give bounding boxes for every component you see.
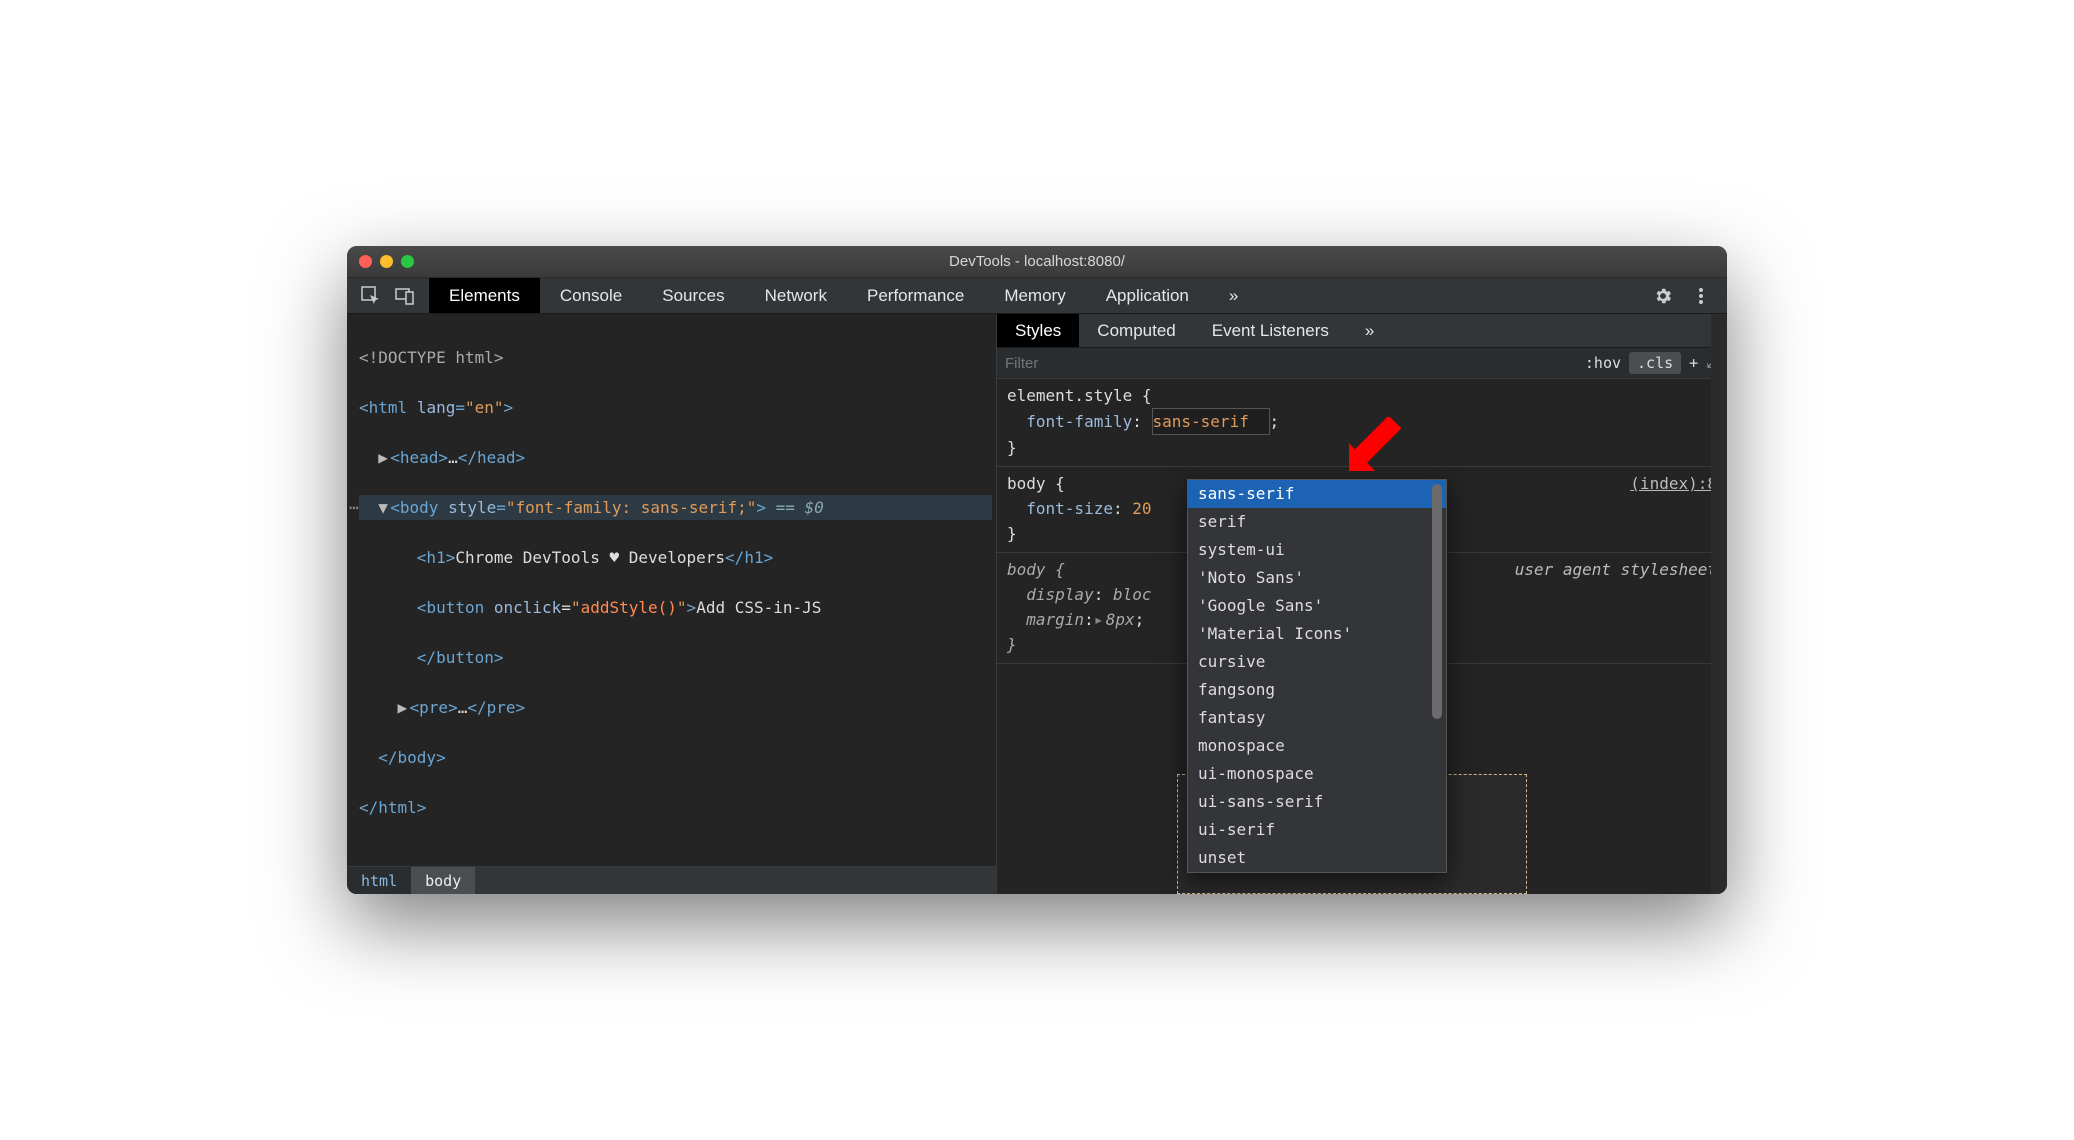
styles-subtabs: Styles Computed Event Listeners » (997, 314, 1727, 348)
subtab-computed[interactable]: Computed (1079, 314, 1193, 347)
tab-overflow[interactable]: » (1209, 278, 1258, 313)
subtab-styles[interactable]: Styles (997, 314, 1079, 347)
tab-network[interactable]: Network (745, 278, 847, 313)
autocomplete-item[interactable]: serif (1188, 508, 1446, 536)
tab-console[interactable]: Console (540, 278, 642, 313)
subtab-overflow[interactable]: » (1347, 314, 1392, 347)
tab-application[interactable]: Application (1086, 278, 1209, 313)
tab-memory[interactable]: Memory (984, 278, 1085, 313)
window-title: DevTools - localhost:8080/ (347, 253, 1727, 270)
main-toolbar: Elements Console Sources Network Perform… (347, 278, 1727, 314)
device-toolbar-icon[interactable] (395, 286, 415, 306)
expand-icon[interactable]: ▸ (1094, 607, 1106, 632)
breadcrumb-body[interactable]: body (411, 867, 475, 894)
tab-performance[interactable]: Performance (847, 278, 984, 313)
breadcrumb-html[interactable]: html (347, 867, 411, 894)
autocomplete-item[interactable]: sans-serif (1188, 480, 1446, 508)
devtools-window: DevTools - localhost:8080/ Elements Cons… (347, 246, 1727, 894)
collapse-icon[interactable]: ▼ (378, 495, 390, 520)
styles-filter-input[interactable] (1005, 355, 1577, 372)
style-rules: element.style { font-family: ; } (index)… (997, 379, 1727, 894)
autocomplete-item[interactable]: ui-serif (1188, 816, 1446, 844)
autocomplete-item[interactable]: cursive (1188, 648, 1446, 676)
dropdown-scrollbar[interactable] (1432, 484, 1442, 719)
autocomplete-item[interactable]: fantasy (1188, 704, 1446, 732)
main-tabs: Elements Console Sources Network Perform… (429, 278, 1258, 313)
settings-gear-icon[interactable] (1653, 286, 1673, 306)
content-split: <!DOCTYPE html> <html lang="en"> ▶<head>… (347, 314, 1727, 894)
autocomplete-item[interactable]: 'Noto Sans' (1188, 564, 1446, 592)
styles-filter-bar: :hov .cls + ⤢ (997, 348, 1727, 379)
doctype-node: <!DOCTYPE html> (359, 348, 504, 367)
expand-icon[interactable]: ▶ (398, 695, 410, 720)
autocomplete-item[interactable]: unset (1188, 844, 1446, 872)
rule-element-style[interactable]: element.style { font-family: ; } (997, 379, 1727, 467)
autocomplete-item[interactable]: ui-monospace (1188, 760, 1446, 788)
inspect-element-icon[interactable] (361, 286, 381, 306)
font-family-autocomplete: sans-serif serif system-ui 'Noto Sans' '… (1187, 479, 1447, 873)
autocomplete-item[interactable]: 'Material Icons' (1188, 620, 1446, 648)
rule-source-link[interactable]: (index):8 (1630, 471, 1717, 496)
autocomplete-item[interactable]: fangsong (1188, 676, 1446, 704)
new-rule-button[interactable]: + (1681, 354, 1706, 372)
right-scrollbar[interactable] (1711, 314, 1727, 894)
autocomplete-item[interactable]: 'Google Sans' (1188, 592, 1446, 620)
dom-tree[interactable]: <!DOCTYPE html> <html lang="en"> ▶<head>… (347, 314, 996, 866)
autocomplete-item[interactable]: ui-sans-serif (1188, 788, 1446, 816)
elements-panel: <!DOCTYPE html> <html lang="en"> ▶<head>… (347, 314, 997, 894)
autocomplete-item[interactable]: system-ui (1188, 536, 1446, 564)
selected-dom-node[interactable]: ▼<body style="font-family: sans-serif;">… (359, 495, 992, 520)
hov-toggle[interactable]: :hov (1577, 354, 1629, 372)
font-family-value-input[interactable] (1152, 408, 1270, 435)
autocomplete-item[interactable]: monospace (1188, 732, 1446, 760)
expand-icon[interactable]: ▶ (378, 445, 390, 470)
kebab-menu-icon[interactable] (1691, 286, 1711, 306)
tab-sources[interactable]: Sources (642, 278, 744, 313)
breadcrumb: html body (347, 866, 996, 894)
rule-source-user-agent: user agent stylesheet (1515, 557, 1717, 582)
titlebar: DevTools - localhost:8080/ (347, 246, 1727, 278)
subtab-event-listeners[interactable]: Event Listeners (1194, 314, 1347, 347)
styles-panel: Styles Computed Event Listeners » :hov .… (997, 314, 1727, 894)
tab-elements[interactable]: Elements (429, 278, 540, 313)
cls-toggle[interactable]: .cls (1629, 352, 1681, 374)
